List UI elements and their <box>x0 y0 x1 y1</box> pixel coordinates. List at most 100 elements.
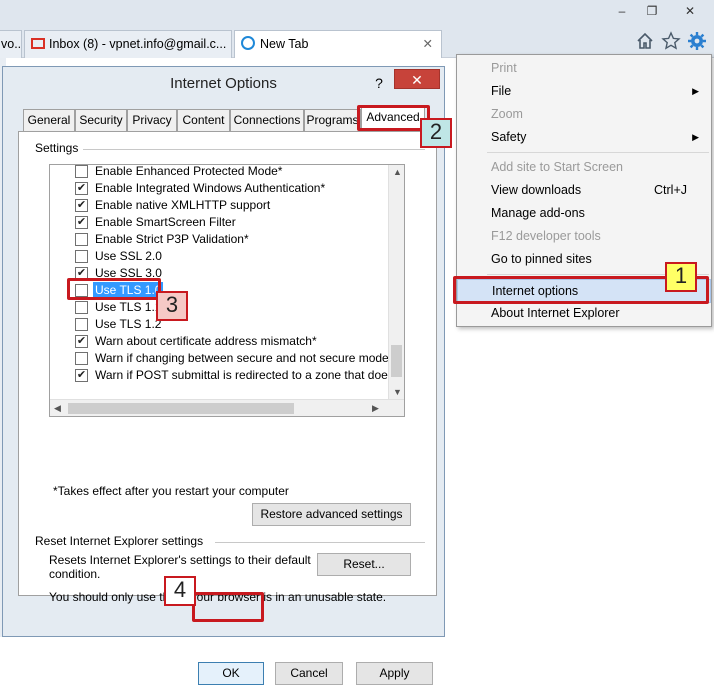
tab-close-icon[interactable]: ✕ <box>423 31 433 58</box>
setting-label: Enable native XMLHTTP support <box>95 198 271 212</box>
checkbox[interactable] <box>75 165 88 178</box>
menu-separator <box>487 152 709 153</box>
menu-item-f12-tools[interactable]: F12 developer tools <box>457 225 711 247</box>
divider <box>83 149 425 150</box>
cancel-button[interactable]: Cancel <box>275 662 343 685</box>
setting-smartscreen[interactable]: ✔ Enable SmartScreen Filter <box>50 214 390 231</box>
setting-ssl-2[interactable]: Use SSL 2.0 <box>50 248 390 265</box>
menu-item-label: About Internet Explorer <box>491 306 620 320</box>
menu-item-zoom[interactable]: Zoom <box>457 103 711 125</box>
menu-item-about-ie[interactable]: About Internet Explorer <box>457 302 711 324</box>
setting-integrated-windows-auth[interactable]: ✔ Enable Integrated Windows Authenticatio… <box>50 180 390 197</box>
scroll-thumb[interactable] <box>68 403 294 414</box>
ok-button[interactable]: OK <box>198 662 264 685</box>
step-badge-3: 3 <box>156 291 188 321</box>
setting-label: Enable Integrated Windows Authentication… <box>95 181 326 195</box>
scroll-up-icon[interactable]: ▲ <box>393 167 402 177</box>
setting-label: Use TLS 1.2 <box>95 317 162 331</box>
advanced-tab-page: Settings Enable Enhanced Protected Mode*… <box>18 131 437 604</box>
tab-previous[interactable]: vo... <box>0 30 22 58</box>
tab-general[interactable]: General <box>23 109 75 131</box>
checkbox[interactable]: ✔ <box>75 369 88 382</box>
setting-tls-1-2[interactable]: Use TLS 1.2 <box>50 316 390 333</box>
submenu-arrow-icon: ▶ <box>692 132 699 142</box>
checkbox[interactable] <box>75 352 88 365</box>
setting-post-redirect-warn[interactable]: ✔ Warn if POST submittal is redirected to… <box>50 367 404 384</box>
setting-label: Use TLS 1.1 <box>95 300 162 314</box>
setting-label: Warn if POST submittal is redirected to … <box>95 368 404 382</box>
menu-item-file[interactable]: File ▶ <box>457 80 711 102</box>
tab-privacy[interactable]: Privacy <box>127 109 177 131</box>
setting-enhanced-protected-mode[interactable]: Enable Enhanced Protected Mode* <box>50 164 390 180</box>
home-icon[interactable] <box>636 32 654 50</box>
setting-strict-p3p[interactable]: Enable Strict P3P Validation* <box>50 231 390 248</box>
tab-content[interactable]: Content <box>177 109 230 131</box>
setting-label: Enable Strict P3P Validation* <box>95 232 249 246</box>
setting-label: Use SSL 2.0 <box>95 249 162 263</box>
menu-item-label: Go to pinned sites <box>491 252 592 266</box>
menu-item-view-downloads[interactable]: View downloads Ctrl+J <box>457 179 711 201</box>
menu-item-safety[interactable]: Safety ▶ <box>457 126 711 148</box>
scroll-thumb[interactable] <box>391 345 402 377</box>
step-badge-2: 2 <box>420 118 452 148</box>
apply-button[interactable]: Apply <box>356 662 433 685</box>
menu-item-print[interactable]: Print <box>457 57 711 79</box>
setting-secure-mode-warn[interactable]: Warn if changing between secure and not … <box>50 350 390 367</box>
internet-options-dialog: Internet Options ? ✕ General Security Pr… <box>2 66 445 685</box>
step-badge-1: 1 <box>665 262 697 292</box>
divider <box>215 542 425 543</box>
close-window-button[interactable]: ✕ <box>670 2 710 20</box>
setting-label: Warn if changing between secure and not … <box>95 351 389 365</box>
menu-item-label: Add site to Start Screen <box>491 160 624 174</box>
scroll-down-icon[interactable]: ▼ <box>393 387 402 397</box>
checkbox[interactable]: ✔ <box>75 216 88 229</box>
browser-chrome: – ❐ ✕ vo... Inbox (8) - vpnet.info@gmail… <box>0 0 714 58</box>
scroll-left-icon[interactable]: ◀ <box>54 403 61 414</box>
tab-strip: vo... Inbox (8) - vpnet.info@gmail.c... … <box>0 30 450 58</box>
menu-item-label: Manage add-ons <box>491 206 585 220</box>
menu-item-manage-addons[interactable]: Manage add-ons <box>457 202 711 224</box>
restore-button[interactable]: ❐ <box>638 2 666 20</box>
restart-note: *Takes effect after you restart your com… <box>53 484 289 498</box>
star-icon[interactable] <box>661 31 681 51</box>
highlight-ok-button <box>192 592 264 622</box>
setting-cert-mismatch[interactable]: ✔ Warn about certificate address mismatch… <box>50 333 390 350</box>
setting-label: Enable Enhanced Protected Mode* <box>95 164 283 178</box>
setting-label: Warn about certificate address mismatch* <box>95 334 317 348</box>
menu-item-add-site[interactable]: Add site to Start Screen <box>457 156 711 178</box>
tab-connections[interactable]: Connections <box>230 109 304 131</box>
reset-button[interactable]: Reset... <box>317 553 411 576</box>
checkbox[interactable]: ✔ <box>75 199 88 212</box>
tab-programs[interactable]: Programs <box>304 109 361 131</box>
tab-inbox[interactable]: Inbox (8) - vpnet.info@gmail.c... <box>24 30 232 58</box>
menu-shortcut: Ctrl+J <box>654 183 687 197</box>
checkbox[interactable] <box>75 318 88 331</box>
horizontal-scrollbar[interactable]: ◀ ▶ <box>50 399 404 416</box>
vertical-scrollbar[interactable]: ▲ ▼ <box>388 165 404 400</box>
gear-icon[interactable] <box>687 31 707 51</box>
highlight-tls-1-0 <box>67 278 161 300</box>
scroll-right-icon[interactable]: ▶ <box>372 403 379 414</box>
checkbox[interactable]: ✔ <box>75 182 88 195</box>
help-button[interactable]: ? <box>369 73 389 93</box>
tab-security[interactable]: Security <box>75 109 127 131</box>
tab-inbox-label: Inbox (8) - vpnet.info@gmail.c... <box>49 37 227 51</box>
setting-label: Enable SmartScreen Filter <box>95 215 236 229</box>
checkbox[interactable] <box>75 301 88 314</box>
dialog-close-button[interactable]: ✕ <box>394 69 440 89</box>
restore-advanced-settings-button[interactable]: Restore advanced settings <box>252 503 411 526</box>
setting-native-xmlhttp[interactable]: ✔ Enable native XMLHTTP support <box>50 197 390 214</box>
menu-item-label: Zoom <box>491 107 523 121</box>
setting-tls-1-1[interactable]: Use TLS 1.1 <box>50 299 390 316</box>
tab-new-tab-label: New Tab <box>260 37 309 51</box>
minimize-button[interactable]: – <box>608 2 636 20</box>
tab-new-tab[interactable]: New Tab ✕ <box>234 30 442 58</box>
submenu-arrow-icon: ▶ <box>692 86 699 96</box>
menu-item-label: F12 developer tools <box>491 229 601 243</box>
checkbox[interactable] <box>75 250 88 263</box>
step-badge-4: 4 <box>164 576 196 606</box>
checkbox[interactable] <box>75 233 88 246</box>
checkbox[interactable]: ✔ <box>75 335 88 348</box>
ie-icon <box>241 36 255 50</box>
menu-item-label: Safety <box>491 130 527 144</box>
